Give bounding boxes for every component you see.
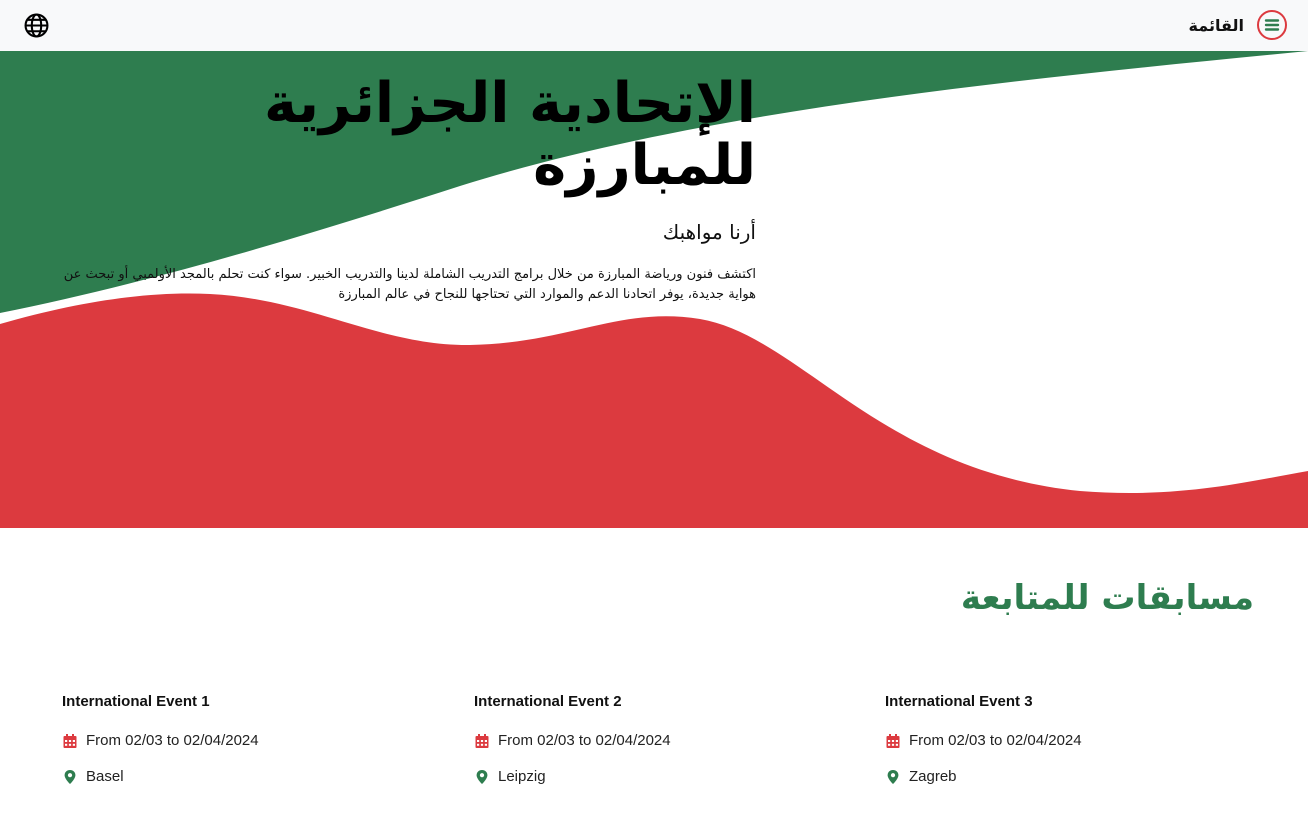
- map-pin-icon: [887, 769, 899, 784]
- event-location-row: Basel: [62, 768, 124, 785]
- hero-banner: الإتحادية الجزائرية للمبارزة أرنا مواهبك…: [0, 51, 1308, 528]
- calendar-icon: [886, 733, 900, 748]
- map-pin-icon: [476, 769, 488, 784]
- event-date: From 02/03 to 02/04/2024: [86, 732, 259, 749]
- event-card[interactable]: International Event 2 From 02/03 to 02/0…: [474, 693, 854, 785]
- event-date-row: From 02/03 to 02/04/2024: [474, 732, 671, 749]
- menu-button[interactable]: القائمة: [1189, 9, 1288, 41]
- event-name: International Event 2: [474, 693, 622, 710]
- hero-title-line-2: للمبارزة: [533, 133, 756, 198]
- hero-text-block: الإتحادية الجزائرية للمبارزة أرنا مواهبك…: [30, 73, 756, 305]
- hero-title-line-1: الإتحادية الجزائرية: [264, 71, 756, 136]
- event-date-row: From 02/03 to 02/04/2024: [885, 732, 1082, 749]
- calendar-icon: [475, 733, 489, 748]
- top-navbar: القائمة: [0, 0, 1308, 51]
- hero-subtitle: أرنا مواهبك: [662, 220, 756, 244]
- hero-title: الإتحادية الجزائرية للمبارزة: [30, 73, 756, 197]
- event-location: Basel: [86, 768, 124, 785]
- globe-icon[interactable]: [24, 13, 49, 38]
- event-card[interactable]: International Event 3 From 02/03 to 02/0…: [885, 693, 1265, 785]
- menu-label: القائمة: [1188, 15, 1244, 35]
- hamburger-circle-icon: [1257, 10, 1287, 40]
- event-date-row: From 02/03 to 02/04/2024: [62, 732, 259, 749]
- hero-description: اكتشف فنون ورياضة المبارزة من خلال برامج…: [63, 267, 756, 302]
- map-pin-icon: [64, 769, 76, 784]
- event-card[interactable]: International Event 1 From 02/03 to 02/0…: [62, 693, 442, 785]
- event-location-row: Zagreb: [885, 768, 957, 785]
- event-date: From 02/03 to 02/04/2024: [909, 732, 1082, 749]
- event-name: International Event 1: [62, 693, 210, 710]
- event-date: From 02/03 to 02/04/2024: [498, 732, 671, 749]
- event-location: Leipzig: [498, 768, 546, 785]
- event-location: Zagreb: [909, 768, 957, 785]
- competitions-section-title: مسابقات للمتابعة: [960, 578, 1254, 618]
- event-location-row: Leipzig: [474, 768, 546, 785]
- event-name: International Event 3: [885, 693, 1033, 710]
- calendar-icon: [63, 733, 77, 748]
